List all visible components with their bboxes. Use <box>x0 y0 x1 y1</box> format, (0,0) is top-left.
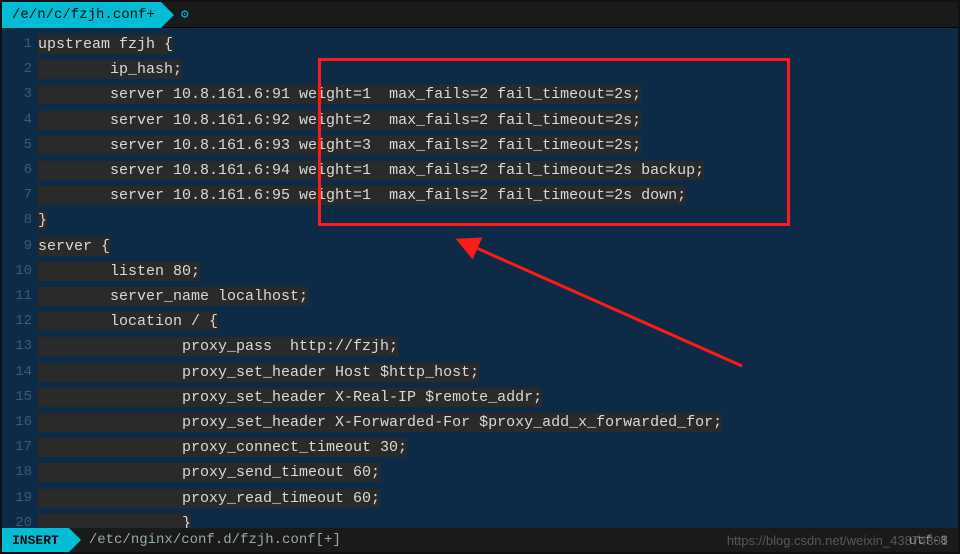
gear-icon[interactable]: ⚙ <box>181 7 189 22</box>
code-line: proxy_send_timeout 60; <box>38 460 958 485</box>
code-line: server 10.8.161.6:93 weight=3 max_fails=… <box>38 133 958 158</box>
code-text: proxy_read_timeout 60; <box>38 489 380 508</box>
line-number: 11 <box>2 284 38 309</box>
code-line: proxy_set_header X-Forwarded-For $proxy_… <box>38 410 958 435</box>
line-number: 18 <box>2 460 38 485</box>
code-line: server 10.8.161.6:91 weight=1 max_fails=… <box>38 82 958 107</box>
line-number: 6 <box>2 158 38 183</box>
code-line: proxy_pass http://fzjh; <box>38 334 958 359</box>
code-line: proxy_read_timeout 60; <box>38 486 958 511</box>
code-line: upstream fzjh { <box>38 32 958 57</box>
code-line: proxy_set_header Host $http_host; <box>38 360 958 385</box>
code-line: proxy_set_header X-Real-IP $remote_addr; <box>38 385 958 410</box>
code-text: server 10.8.161.6:95 <box>38 186 290 205</box>
status-encoding: utf-8 <box>909 533 948 548</box>
code-line: proxy_connect_timeout 30; <box>38 435 958 460</box>
code-text: weight=3 max_fails=2 fail_timeout=2s; <box>290 136 641 155</box>
line-number: 4 <box>2 108 38 133</box>
line-number: 12 <box>2 309 38 334</box>
code-text: proxy_set_header X-Forwarded-For $proxy_… <box>38 413 722 432</box>
code-text: server { <box>38 237 110 256</box>
code-line: server { <box>38 234 958 259</box>
line-number: 17 <box>2 435 38 460</box>
code-text: weight=1 max_fails=2 fail_timeout=2s dow… <box>290 186 686 205</box>
active-tab[interactable]: /e/n/c/fzjh.conf+ <box>2 2 161 28</box>
tab-path: /e/n/c/fzjh.conf+ <box>12 7 155 23</box>
line-number: 5 <box>2 133 38 158</box>
line-number: 10 <box>2 259 38 284</box>
line-number: 9 <box>2 234 38 259</box>
code-text: ip_hash; <box>38 60 182 79</box>
code-text: server 10.8.161.6:92 <box>38 111 290 130</box>
line-number: 8 <box>2 208 38 233</box>
code-text: server 10.8.161.6:91 <box>38 85 290 104</box>
line-number: 2 <box>2 57 38 82</box>
code-line: server_name localhost; <box>38 284 958 309</box>
line-number: 15 <box>2 385 38 410</box>
code-line: server 10.8.161.6:92 weight=2 max_fails=… <box>38 108 958 133</box>
code-line: server 10.8.161.6:94 weight=1 max_fails=… <box>38 158 958 183</box>
code-line: } <box>38 208 958 233</box>
line-number: 19 <box>2 486 38 511</box>
line-number: 1 <box>2 32 38 57</box>
code-text: proxy_connect_timeout 30; <box>38 438 407 457</box>
code-line: listen 80; <box>38 259 958 284</box>
status-bar: INSERT /etc/nginx/conf.d/fzjh.conf[+] ut… <box>2 528 958 552</box>
line-number: 13 <box>2 334 38 359</box>
line-number: 14 <box>2 360 38 385</box>
line-number: 16 <box>2 410 38 435</box>
code-text: proxy_set_header X-Real-IP $remote_addr; <box>38 388 542 407</box>
code-text: proxy_set_header Host $http_host; <box>38 363 479 382</box>
code-text: weight=1 max_fails=2 fail_timeout=2s; <box>290 85 641 104</box>
code-text: weight=2 max_fails=2 fail_timeout=2s; <box>290 111 641 130</box>
status-file-path: /etc/nginx/conf.d/fzjh.conf[+] <box>89 532 341 548</box>
code-text: server 10.8.161.6:93 <box>38 136 290 155</box>
tab-bar: /e/n/c/fzjh.conf+ ⚙ <box>2 2 958 28</box>
line-number: 7 <box>2 183 38 208</box>
code-text: server_name localhost; <box>38 287 308 306</box>
code-line: ip_hash; <box>38 57 958 82</box>
code-text: weight=1 max_fails=2 fail_timeout=2s bac… <box>290 161 704 180</box>
line-gutter: 1 2 3 4 5 6 7 8 9 10 11 12 13 14 15 16 1… <box>2 28 38 528</box>
code-text: proxy_pass http://fzjh; <box>38 337 398 356</box>
code-text: listen 80; <box>38 262 200 281</box>
editor-mode: INSERT <box>2 528 69 552</box>
line-number: 3 <box>2 82 38 107</box>
code-text: server 10.8.161.6:94 <box>38 161 290 180</box>
code-text: } <box>38 211 47 230</box>
editor-area: 1 2 3 4 5 6 7 8 9 10 11 12 13 14 15 16 1… <box>2 28 958 528</box>
code-pane[interactable]: upstream fzjh { ip_hash; server 10.8.161… <box>38 28 958 528</box>
code-line: server 10.8.161.6:95 weight=1 max_fails=… <box>38 183 958 208</box>
code-text: location / { <box>38 312 218 331</box>
code-text: proxy_send_timeout 60; <box>38 463 380 482</box>
code-line: location / { <box>38 309 958 334</box>
code-text: upstream fzjh { <box>38 35 173 54</box>
